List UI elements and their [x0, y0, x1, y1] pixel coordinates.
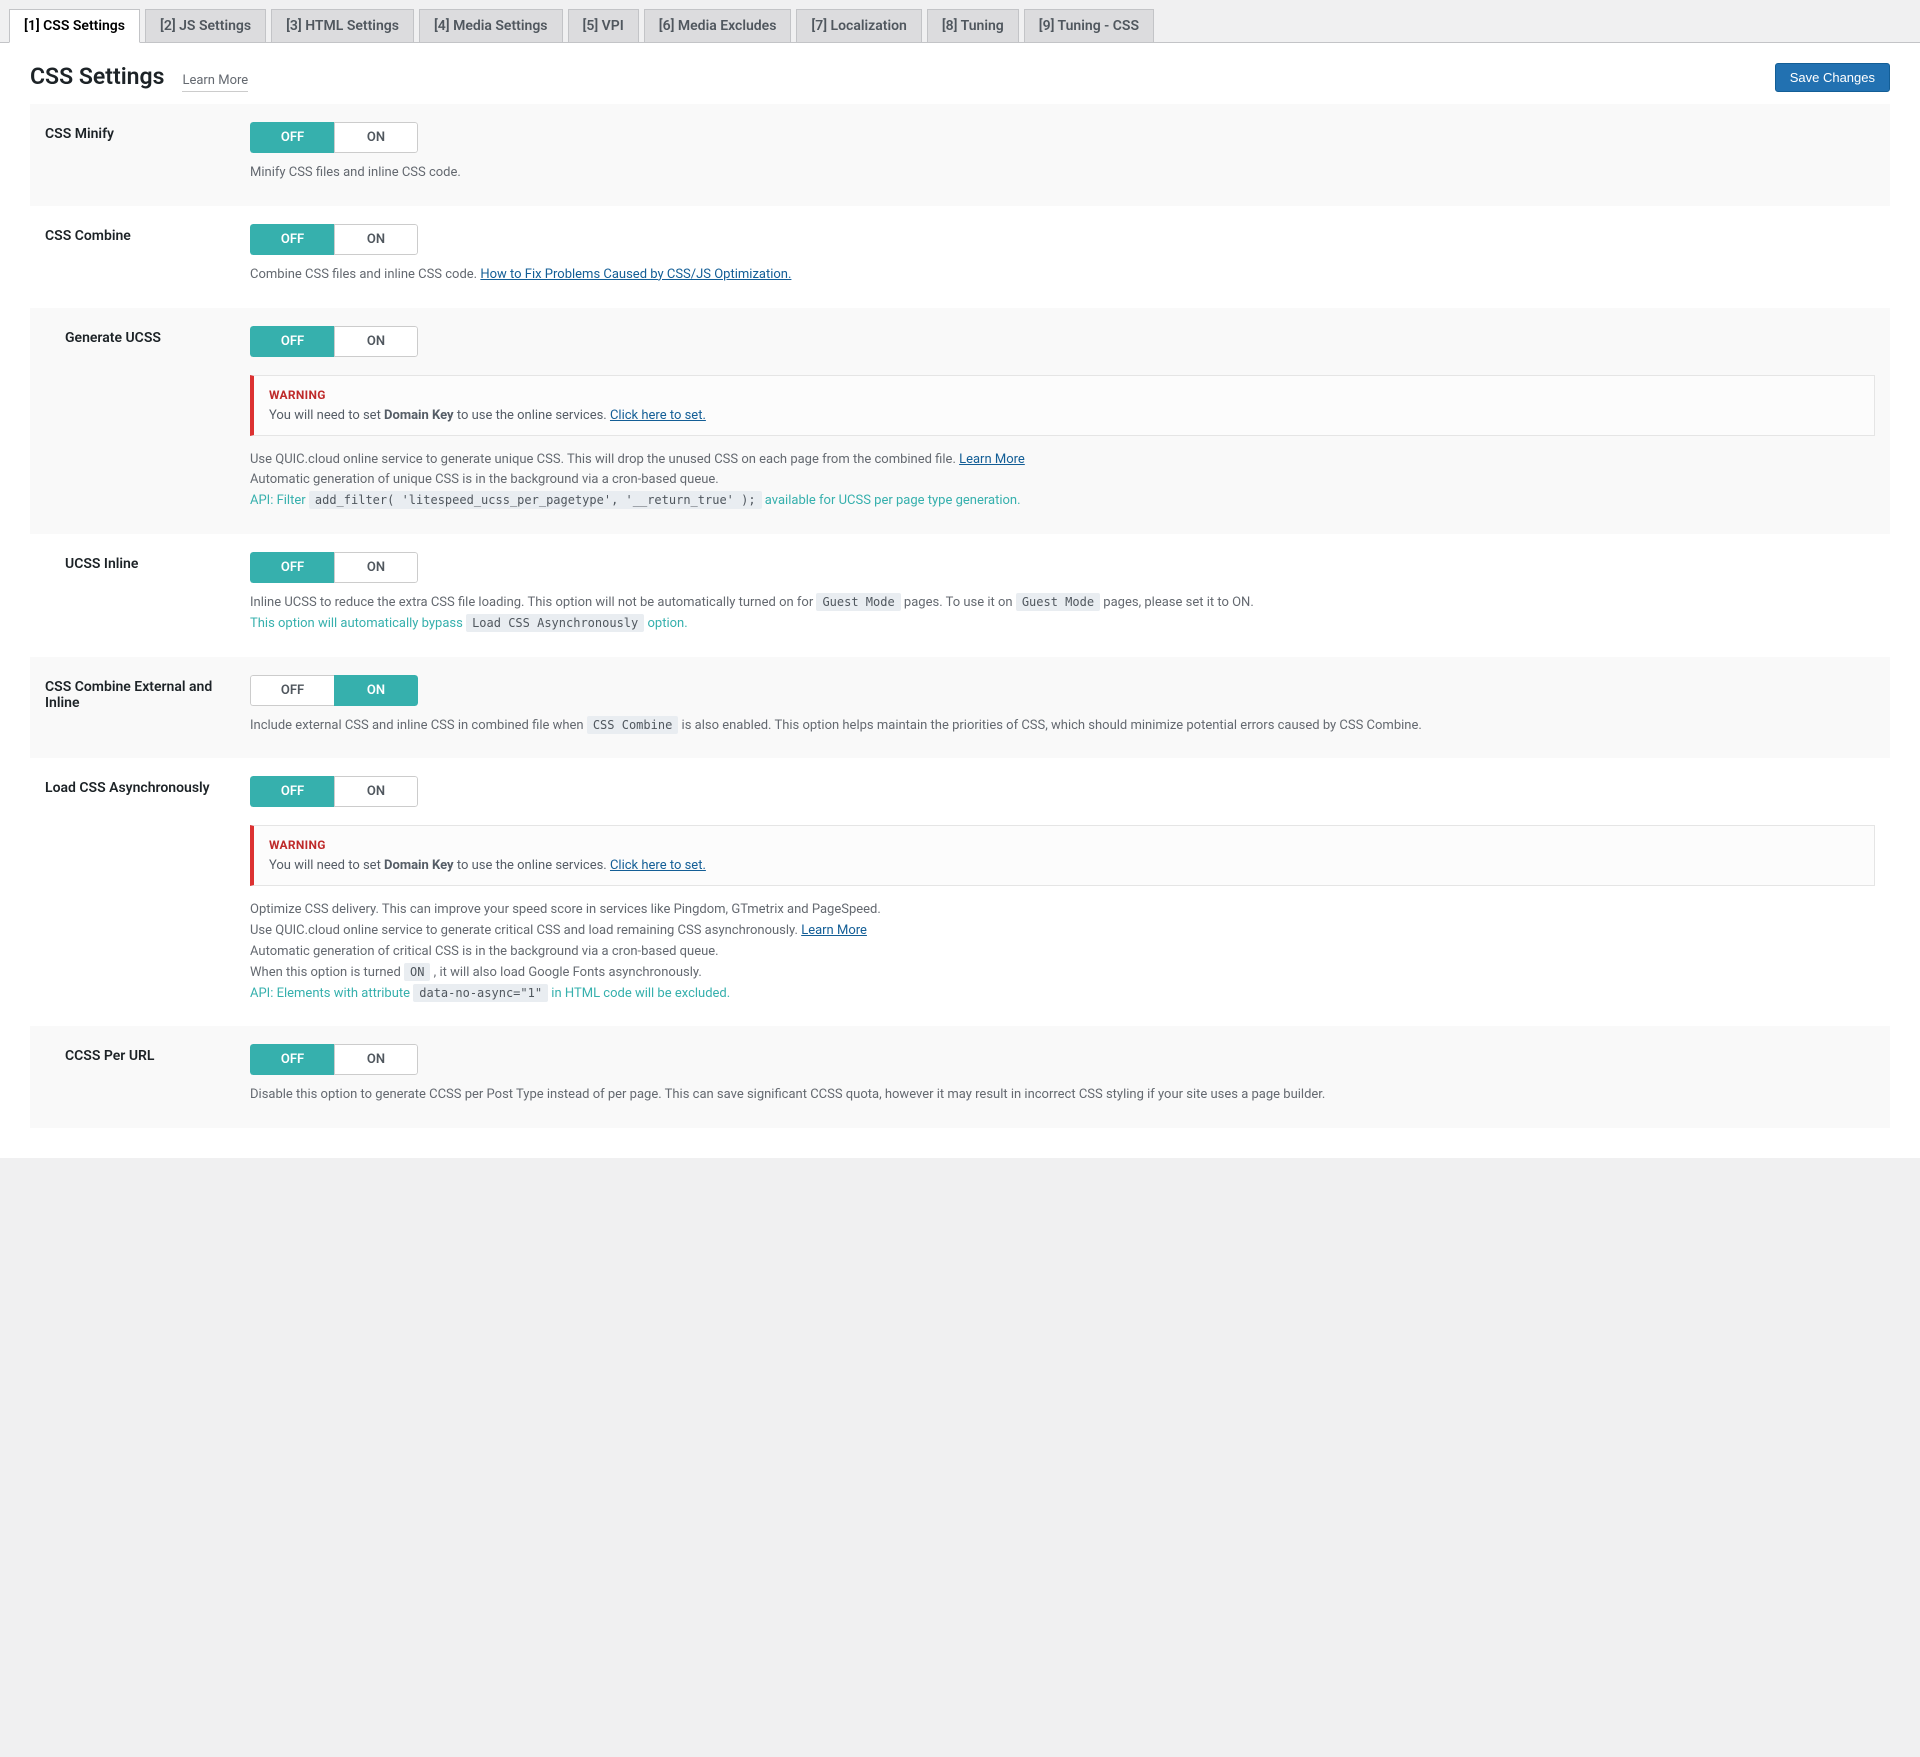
tab-css-settings[interactable]: [1] CSS Settings [9, 9, 140, 43]
ucss-inline-toggle: OFF ON [250, 552, 418, 583]
css-combine-ext-desc: Include external CSS and inline CSS in c… [250, 716, 1875, 737]
generate-ucss-off[interactable]: OFF [250, 326, 334, 357]
warning-text: You will need to set Domain Key to use t… [269, 858, 1859, 873]
load-css-async-label: Load CSS Asynchronously [30, 758, 250, 1026]
ucss-learn-more-link[interactable]: Learn More [959, 452, 1025, 467]
generate-ucss-on[interactable]: ON [334, 326, 418, 357]
tab-localization[interactable]: [7] Localization [796, 9, 921, 42]
async-learn-more-link[interactable]: Learn More [801, 923, 867, 938]
generate-ucss-label: Generate UCSS [30, 308, 250, 534]
css-combine-on[interactable]: ON [334, 224, 418, 255]
css-combine-ext-off[interactable]: OFF [250, 675, 334, 706]
css-combine-label: CSS Combine [30, 206, 250, 308]
load-css-async-on[interactable]: ON [334, 776, 418, 807]
css-minify-desc: Minify CSS files and inline CSS code. [250, 163, 1875, 184]
ccss-per-url-on[interactable]: ON [334, 1044, 418, 1075]
warning-title: WARNING [269, 838, 1859, 852]
css-combine-ext-toggle: OFF ON [250, 675, 418, 706]
load-css-async-toggle: OFF ON [250, 776, 418, 807]
ucss-api-code: add_filter( 'litespeed_ucss_per_pagetype… [309, 491, 762, 509]
css-combine-ext-on[interactable]: ON [334, 675, 418, 706]
ccss-per-url-toggle: OFF ON [250, 1044, 418, 1075]
generate-ucss-toggle: OFF ON [250, 326, 418, 357]
load-css-async-off[interactable]: OFF [250, 776, 334, 807]
tab-tuning[interactable]: [8] Tuning [927, 9, 1019, 42]
page-title: CSS Settings [30, 63, 164, 90]
tab-js-settings[interactable]: [2] JS Settings [145, 9, 266, 42]
tab-media-excludes[interactable]: [6] Media Excludes [644, 9, 792, 42]
save-changes-button[interactable]: Save Changes [1775, 63, 1890, 92]
domain-key-set-link[interactable]: Click here to set. [610, 858, 706, 873]
learn-more-link[interactable]: Learn More [182, 73, 248, 92]
css-combine-help-link[interactable]: How to Fix Problems Caused by CSS/JS Opt… [480, 267, 791, 282]
ucss-inline-on[interactable]: ON [334, 552, 418, 583]
domain-key-set-link[interactable]: Click here to set. [610, 408, 706, 423]
async-warning-box: WARNING You will need to set Domain Key … [250, 825, 1875, 886]
ucss-inline-off[interactable]: OFF [250, 552, 334, 583]
tab-tuning-css[interactable]: [9] Tuning - CSS [1024, 9, 1154, 42]
ucss-desc: Use QUIC.cloud online service to generat… [250, 450, 1875, 512]
css-minify-toggle: OFF ON [250, 122, 418, 153]
tab-html-settings[interactable]: [3] HTML Settings [271, 9, 414, 42]
ccss-per-url-off[interactable]: OFF [250, 1044, 334, 1075]
warning-text: You will need to set Domain Key to use t… [269, 408, 1859, 423]
settings-tabs: [1] CSS Settings [2] JS Settings [3] HTM… [0, 0, 1920, 43]
css-combine-desc: Combine CSS files and inline CSS code. H… [250, 265, 1875, 286]
ucss-warning-box: WARNING You will need to set Domain Key … [250, 375, 1875, 436]
load-css-async-desc: Optimize CSS delivery. This can improve … [250, 900, 1875, 1004]
ucss-inline-label: UCSS Inline [30, 534, 250, 657]
warning-title: WARNING [269, 388, 1859, 402]
css-minify-on[interactable]: ON [334, 122, 418, 153]
tab-media-settings[interactable]: [4] Media Settings [419, 9, 563, 42]
css-minify-label: CSS Minify [30, 104, 250, 206]
tab-vpi[interactable]: [5] VPI [568, 9, 639, 42]
ccss-per-url-label: CCSS Per URL [30, 1026, 250, 1128]
css-combine-ext-label: CSS Combine External and Inline [30, 657, 250, 759]
ucss-inline-desc: Inline UCSS to reduce the extra CSS file… [250, 593, 1875, 635]
async-api-code: data-no-async="1" [413, 984, 548, 1002]
css-combine-off[interactable]: OFF [250, 224, 334, 255]
css-combine-toggle: OFF ON [250, 224, 418, 255]
ccss-per-url-desc: Disable this option to generate CCSS per… [250, 1085, 1875, 1106]
css-minify-off[interactable]: OFF [250, 122, 334, 153]
